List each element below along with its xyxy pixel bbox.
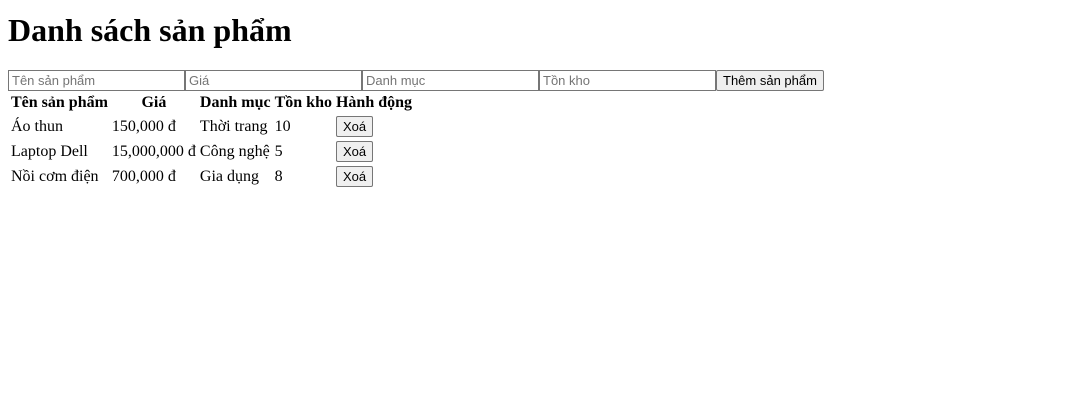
table-row: Laptop Dell 15,000,000 đ Công nghệ 5 Xoá — [10, 140, 413, 163]
product-table: Tên sản phẩm Giá Danh mục Tồn kho Hành đ… — [8, 91, 415, 190]
table-row: Áo thun 150,000 đ Thời trang 10 Xoá — [10, 115, 413, 138]
cell-stock: 8 — [274, 167, 283, 185]
cell-action: Xoá — [335, 140, 413, 163]
table-header-row: Tên sản phẩm Giá Danh mục Tồn kho Hành đ… — [10, 93, 413, 113]
delete-button[interactable]: Xoá — [335, 141, 374, 162]
header-category: Danh mục — [199, 94, 271, 111]
header-action: Hành động — [335, 94, 413, 111]
cell-category: Thời trang — [199, 117, 268, 135]
cell-price: 150,000 đ — [111, 117, 176, 135]
category-input[interactable] — [362, 70, 539, 91]
stock-input[interactable] — [539, 70, 716, 91]
add-product-form: Thêm sản phẩm — [8, 70, 1079, 91]
add-product-button[interactable]: Thêm sản phẩm — [716, 70, 824, 91]
cell-category: Gia dụng — [199, 167, 260, 185]
cell-name: Nồi cơm điện — [11, 167, 99, 185]
page-title: Danh sách sản phẩm — [8, 12, 292, 48]
cell-name: Áo thun — [11, 117, 63, 135]
cell-action: Xoá — [335, 165, 413, 188]
cell-action: Xoá — [335, 115, 413, 138]
cell-price: 700,000 đ — [111, 167, 176, 185]
delete-button[interactable]: Xoá — [335, 116, 374, 137]
product-name-input[interactable] — [8, 70, 185, 91]
price-input[interactable] — [185, 70, 362, 91]
cell-category: Công nghệ — [199, 142, 270, 160]
delete-button[interactable]: Xoá — [335, 166, 374, 187]
header-name: Tên sản phẩm — [11, 94, 108, 111]
table-row: Nồi cơm điện 700,000 đ Gia dụng 8 Xoá — [10, 165, 413, 188]
cell-stock: 5 — [274, 142, 283, 160]
header-stock: Tồn kho — [274, 94, 332, 111]
cell-name: Laptop Dell — [11, 142, 88, 160]
header-price: Giá — [141, 94, 167, 111]
cell-stock: 10 — [274, 117, 291, 135]
cell-price: 15,000,000 đ — [111, 142, 196, 160]
